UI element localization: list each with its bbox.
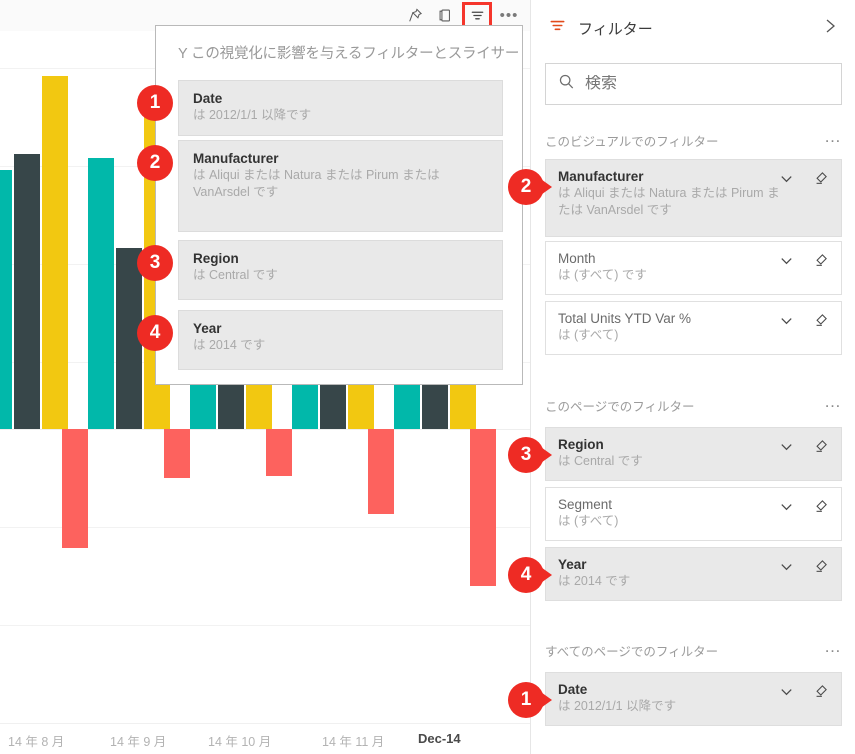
eraser-icon[interactable] bbox=[813, 558, 829, 579]
filter-section-header: このページでのフィルター … bbox=[545, 392, 842, 414]
filter-card-condition: は (すべて) bbox=[558, 514, 619, 528]
filters-affecting-visual-popup: Y この視覚化に影響を与えるフィルターとスライサー Date は 2012/1/1… bbox=[155, 25, 523, 385]
popup-card-condition: は 2014 です bbox=[193, 338, 266, 352]
chart-bar[interactable] bbox=[88, 158, 114, 429]
filter-card[interactable]: Region は Central です bbox=[545, 427, 842, 481]
popup-card-title: Year bbox=[193, 321, 222, 336]
chevron-down-icon[interactable] bbox=[778, 438, 795, 460]
chart-bar[interactable] bbox=[266, 429, 292, 477]
chart-bar[interactable] bbox=[62, 429, 88, 549]
visual-filter-popup-card: Region は Central です bbox=[178, 240, 503, 300]
chart-bar[interactable] bbox=[42, 75, 68, 429]
filter-section-label: すべてのページでのフィルター bbox=[545, 645, 719, 659]
x-axis-tick-label: 14 年 11 月 bbox=[322, 735, 385, 749]
chart-gridline bbox=[0, 625, 530, 627]
focus-mode-icon[interactable] bbox=[432, 4, 458, 28]
filter-card-condition: は 2014 です bbox=[558, 574, 631, 588]
x-axis-tick-label: 14 年 9 月 bbox=[110, 735, 167, 749]
filter-card-title: Year bbox=[558, 557, 587, 572]
eraser-icon[interactable] bbox=[813, 252, 829, 273]
filter-card-condition: は (すべて) bbox=[558, 328, 619, 342]
filter-card-condition: は Aliqui または Natura または Pirum または VanArs… bbox=[558, 186, 780, 217]
filter-card-title: Month bbox=[558, 251, 596, 266]
more-options-icon[interactable]: ••• bbox=[496, 4, 522, 28]
eraser-icon[interactable] bbox=[813, 170, 829, 191]
filter-card-condition: は (すべて) です bbox=[558, 268, 647, 282]
filter-card-title: Total Units YTD Var % bbox=[558, 311, 692, 326]
chevron-down-icon[interactable] bbox=[778, 312, 795, 334]
chevron-down-icon[interactable] bbox=[778, 170, 795, 192]
x-axis-tick-label: 14 年 10 月 bbox=[208, 735, 272, 749]
callout-badge-1: 1 bbox=[508, 682, 552, 718]
callout-badge-3: 3 bbox=[137, 245, 173, 281]
visual-container: 14 年 8 月 14 年 9 月 14 年 10 月 14 年 11 月 Dec-14 bbox=[0, 0, 530, 754]
filter-card-title: Date bbox=[558, 682, 588, 697]
pin-icon[interactable] bbox=[402, 4, 428, 28]
callout-badge-4: 4 bbox=[137, 315, 173, 351]
eraser-icon[interactable] bbox=[813, 312, 829, 333]
filter-pane-title: フィルター bbox=[578, 20, 653, 38]
filter-card-title: Region bbox=[558, 437, 604, 452]
eraser-icon[interactable] bbox=[813, 498, 829, 519]
filter-card[interactable]: Date は 2012/1/1 以降です bbox=[545, 672, 842, 726]
chevron-down-icon[interactable] bbox=[778, 558, 795, 580]
search-input[interactable] bbox=[585, 75, 805, 93]
chart-bar[interactable] bbox=[164, 429, 190, 478]
filter-pane: フィルター このビジュアルでのフィルター … Manufacturer は Aliqu… bbox=[530, 0, 855, 754]
filter-card[interactable]: Month は (すべて) です bbox=[545, 241, 842, 295]
callout-badge-1: 1 bbox=[137, 85, 173, 121]
filter-card[interactable]: Manufacturer は Aliqui または Natura または Piru… bbox=[545, 159, 842, 237]
filter-card-title: Segment bbox=[558, 497, 613, 512]
filter-card[interactable]: Segment は (すべて) bbox=[545, 487, 842, 541]
x-axis-tick-label: Dec-14 bbox=[418, 731, 461, 746]
popup-card-title: Manufacturer bbox=[193, 151, 279, 166]
filter-card-condition: は 2012/1/1 以降です bbox=[558, 699, 677, 713]
popup-card-title: Region bbox=[193, 251, 239, 266]
filter-section-header: このビジュアルでのフィルター … bbox=[545, 127, 842, 149]
section-more-icon[interactable]: … bbox=[824, 637, 842, 657]
eraser-icon[interactable] bbox=[813, 438, 829, 459]
filter-card-title: Manufacturer bbox=[558, 169, 644, 184]
popup-card-condition: は 2012/1/1 以降です bbox=[193, 108, 312, 122]
chevron-down-icon[interactable] bbox=[778, 498, 795, 520]
chevron-right-icon[interactable] bbox=[820, 16, 840, 41]
filter-search-box[interactable] bbox=[545, 63, 842, 105]
filter-section-label: このページでのフィルター bbox=[545, 400, 695, 414]
callout-badge-4: 4 bbox=[508, 557, 552, 593]
callout-badge-2: 2 bbox=[508, 169, 552, 205]
chart-bar[interactable] bbox=[368, 429, 394, 514]
callout-badge-2: 2 bbox=[137, 145, 173, 181]
section-more-icon[interactable]: … bbox=[824, 127, 842, 147]
section-more-icon[interactable]: … bbox=[824, 392, 842, 412]
chevron-down-icon[interactable] bbox=[778, 252, 795, 274]
visual-filter-popup-card: Manufacturer は Aliqui または Natura または Piru… bbox=[178, 140, 503, 232]
callout-badge-3: 3 bbox=[508, 437, 552, 473]
chart-bar[interactable] bbox=[0, 169, 12, 429]
visual-filter-popup-card: Date は 2012/1/1 以降です bbox=[178, 80, 503, 136]
chart-bar[interactable] bbox=[14, 154, 40, 429]
filter-icon bbox=[549, 17, 566, 39]
filter-card-condition: は Central です bbox=[558, 454, 643, 468]
filter-section-header: すべてのページでのフィルター … bbox=[545, 637, 842, 659]
x-axis-tick-label: 14 年 8 月 bbox=[8, 735, 65, 749]
filter-section-label: このビジュアルでのフィルター bbox=[545, 135, 719, 149]
filter-pane-header: フィルター bbox=[531, 12, 855, 44]
chart-bar[interactable] bbox=[470, 429, 496, 586]
filter-card[interactable]: Year は 2014 です bbox=[545, 547, 842, 601]
eraser-icon[interactable] bbox=[813, 683, 829, 704]
chart-x-axis: 14 年 8 月 14 年 9 月 14 年 10 月 14 年 11 月 Dec-14 bbox=[0, 723, 530, 754]
popup-card-condition: は Aliqui または Natura または Pirum または VanArs… bbox=[193, 168, 440, 199]
popup-header-label: Y この視覚化に影響を与えるフィルターとスライサー bbox=[178, 46, 520, 62]
chevron-down-icon[interactable] bbox=[778, 683, 795, 705]
popup-card-condition: は Central です bbox=[193, 268, 278, 282]
filter-card[interactable]: Total Units YTD Var % は (すべて) bbox=[545, 301, 842, 355]
visual-filter-popup-card: Year は 2014 です bbox=[178, 310, 503, 370]
search-icon bbox=[558, 73, 575, 95]
popup-card-title: Date bbox=[193, 91, 223, 106]
